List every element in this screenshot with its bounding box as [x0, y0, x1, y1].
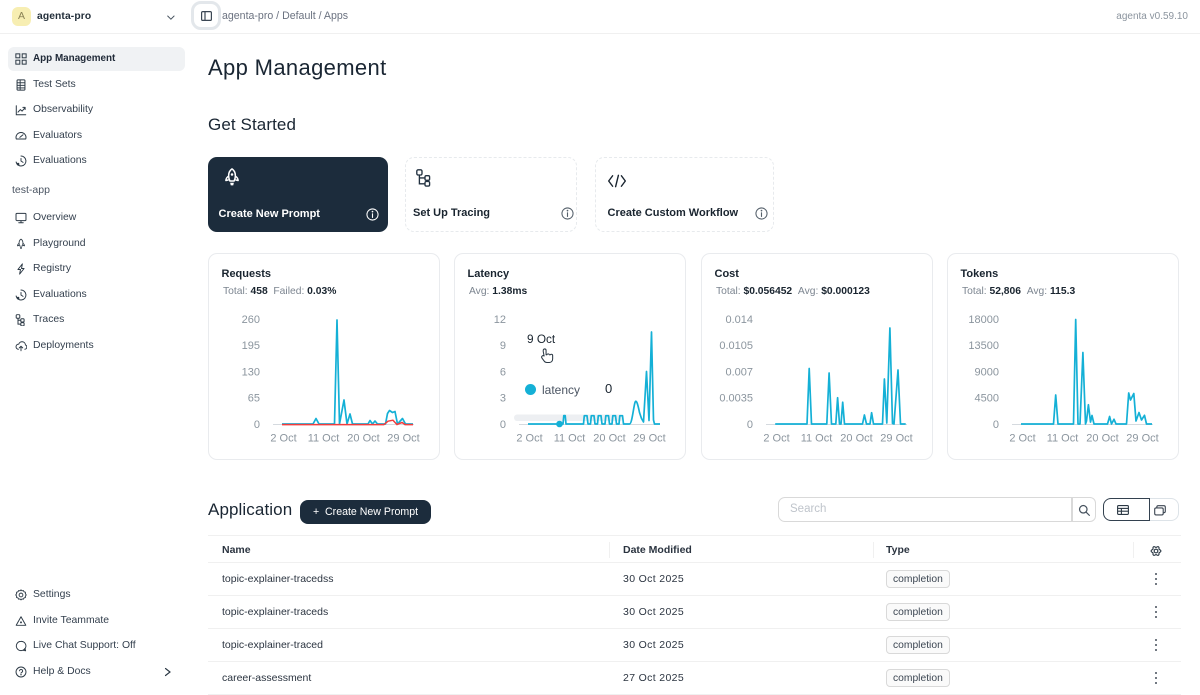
svg-text:260: 260	[242, 314, 260, 326]
svg-text:130: 130	[242, 367, 260, 379]
svg-text:12: 12	[494, 314, 506, 326]
svg-text:3: 3	[500, 393, 506, 405]
svg-text:0: 0	[993, 419, 999, 431]
svg-text:29 Oct: 29 Oct	[880, 433, 912, 445]
svg-text:2 Oct: 2 Oct	[516, 433, 542, 445]
svg-text:29 Oct: 29 Oct	[1126, 433, 1158, 445]
svg-text:11 Oct: 11 Oct	[1047, 433, 1079, 445]
svg-text:2 Oct: 2 Oct	[763, 433, 789, 445]
svg-text:11 Oct: 11 Oct	[554, 433, 586, 445]
svg-text:65: 65	[248, 393, 260, 405]
svg-text:20 Oct: 20 Oct	[347, 433, 379, 445]
svg-text:29 Oct: 29 Oct	[633, 433, 665, 445]
svg-text:20 Oct: 20 Oct	[593, 433, 625, 445]
svg-text:9: 9	[500, 340, 506, 352]
svg-text:13500: 13500	[968, 340, 999, 352]
svg-text:18000: 18000	[968, 314, 999, 326]
svg-text:9000: 9000	[975, 367, 999, 379]
svg-text:29 Oct: 29 Oct	[387, 433, 419, 445]
svg-text:11 Oct: 11 Oct	[308, 433, 340, 445]
svg-text:4500: 4500	[975, 393, 999, 405]
svg-text:0: 0	[254, 419, 260, 431]
svg-text:0: 0	[747, 419, 753, 431]
svg-text:20 Oct: 20 Oct	[1086, 433, 1118, 445]
svg-text:0.007: 0.007	[725, 367, 753, 379]
svg-text:11 Oct: 11 Oct	[801, 433, 833, 445]
svg-text:6: 6	[500, 367, 506, 379]
svg-text:0.0105: 0.0105	[719, 340, 753, 352]
svg-text:195: 195	[242, 340, 260, 352]
svg-text:20 Oct: 20 Oct	[840, 433, 872, 445]
svg-text:0: 0	[500, 419, 506, 431]
svg-text:0.014: 0.014	[725, 314, 753, 326]
svg-text:2 Oct: 2 Oct	[270, 433, 296, 445]
svg-text:0.0035: 0.0035	[719, 393, 753, 405]
svg-text:2 Oct: 2 Oct	[1009, 433, 1035, 445]
